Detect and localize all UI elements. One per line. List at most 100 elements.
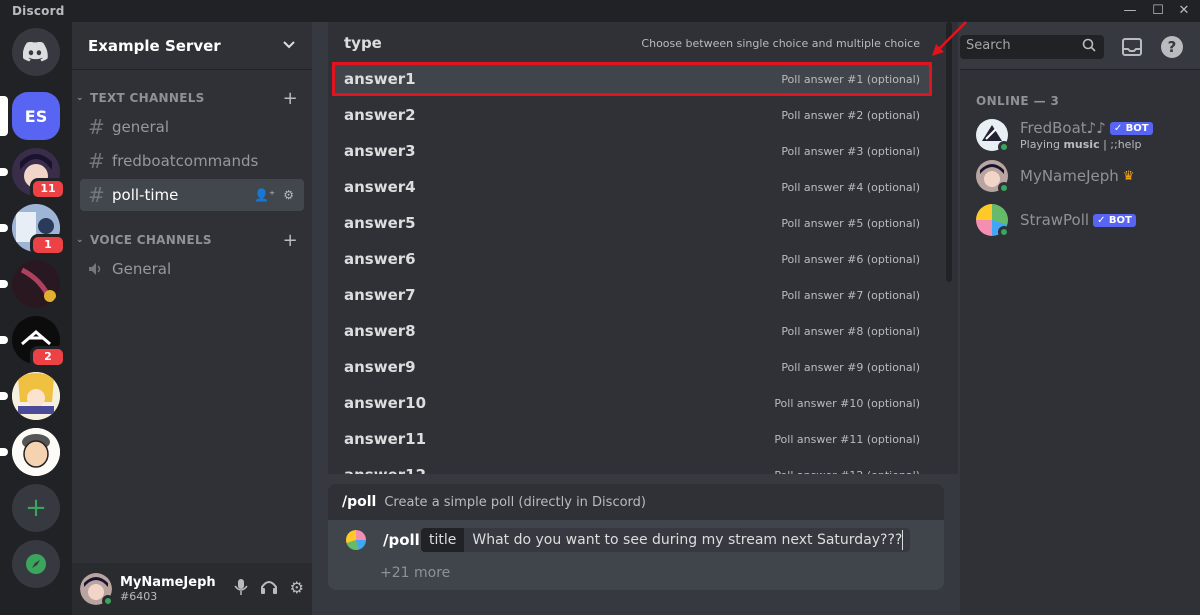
member-activity: Playing music | ;;help <box>1020 138 1153 151</box>
online-status-icon <box>998 226 1010 238</box>
channel-poll-time[interactable]: # poll-time 👤⁺ ⚙ <box>80 179 304 211</box>
option-description: Poll answer #5 (optional) <box>781 216 920 230</box>
option-answer3[interactable]: answer3 Poll answer #3 (optional) <box>332 134 932 168</box>
avatar[interactable] <box>80 573 114 607</box>
headphones-icon[interactable] <box>260 578 278 600</box>
option-type[interactable]: type Choose between single choice and mul… <box>332 26 932 60</box>
annotation-arrow-icon <box>932 21 967 56</box>
option-answer4[interactable]: answer4 Poll answer #4 (optional) <box>332 170 932 204</box>
online-status-icon <box>998 141 1010 153</box>
server-item[interactable] <box>0 428 60 476</box>
unread-indicator <box>0 448 8 456</box>
member-name: MyNameJeph <box>1020 167 1119 185</box>
explore-servers-button[interactable] <box>12 540 60 588</box>
option-name: answer1 <box>344 70 416 88</box>
option-name: answer4 <box>344 178 416 196</box>
strawpoll-app-icon <box>346 530 366 550</box>
app-title: Discord <box>12 4 65 18</box>
channel-general[interactable]: # general <box>80 111 304 143</box>
server-item[interactable] <box>0 260 60 308</box>
text-cursor <box>902 530 903 550</box>
param-title-chip[interactable]: title What do you want to see during my … <box>421 528 911 552</box>
gear-icon[interactable]: ⚙ <box>283 188 294 202</box>
option-description: Poll answer #10 (optional) <box>774 396 920 410</box>
server-header[interactable]: Example Server <box>72 22 312 70</box>
member-fredboat[interactable]: FredBoat♪♪ ✓ BOT Playing music | ;;help <box>976 114 1196 156</box>
close-icon[interactable]: ✕ <box>1172 2 1196 20</box>
unread-indicator <box>0 224 8 232</box>
server-item[interactable] <box>0 372 60 420</box>
server-avatar <box>12 428 60 476</box>
help-icon[interactable]: ? <box>1161 36 1183 58</box>
activity-prefix: Playing <box>1020 138 1064 151</box>
channel-fredboatcommands[interactable]: # fredboatcommands <box>80 145 304 177</box>
owner-crown-icon: ♛ <box>1122 168 1135 184</box>
option-name: answer11 <box>344 430 427 448</box>
option-answer6[interactable]: answer6 Poll answer #6 (optional) <box>332 242 932 276</box>
hash-icon: # <box>88 149 105 173</box>
maximize-icon[interactable]: ☐ <box>1146 2 1170 20</box>
option-answer1[interactable]: answer1 Poll answer #1 (optional) <box>332 62 932 96</box>
option-answer10[interactable]: answer10 Poll answer #10 (optional) <box>332 386 932 420</box>
option-name: answer10 <box>344 394 427 412</box>
search-icon <box>1082 38 1096 56</box>
add-server-button[interactable]: + <box>12 484 60 532</box>
unread-indicator <box>0 336 8 344</box>
option-answer2[interactable]: answer2 Poll answer #2 (optional) <box>332 98 932 132</box>
unread-indicator <box>0 168 8 176</box>
create-channel-plus-icon[interactable]: + <box>283 230 298 251</box>
home-button[interactable] <box>12 28 60 76</box>
option-description: Poll answer #4 (optional) <box>781 180 920 194</box>
server-example-server[interactable]: ES <box>0 92 60 140</box>
option-name: answer7 <box>344 286 416 304</box>
option-name: answer2 <box>344 106 416 124</box>
command-header: /poll Create a simple poll (directly in … <box>328 484 944 520</box>
more-options-link[interactable]: +21 more <box>380 565 450 581</box>
hash-icon: # <box>88 183 105 207</box>
message-composer[interactable]: /poll title What do you want to see duri… <box>328 520 944 590</box>
option-answer11[interactable]: answer11 Poll answer #11 (optional) <box>332 422 932 456</box>
title-bar: Discord — ☐ ✕ <box>0 0 1200 22</box>
search-input[interactable]: Search <box>960 35 1104 59</box>
activity-name: music <box>1063 138 1100 151</box>
channel-voice-general[interactable]: General <box>80 253 304 285</box>
member-strawpoll[interactable]: StrawPoll ✓ BOT <box>976 199 1196 241</box>
category-text-channels[interactable]: ⌄ TEXT CHANNELS + <box>76 88 306 109</box>
command-name: /poll <box>342 494 377 510</box>
minimize-icon[interactable]: — <box>1118 2 1142 20</box>
server-name: Example Server <box>88 36 221 55</box>
category-voice-channels[interactable]: ⌄ VOICE CHANNELS + <box>76 230 306 251</box>
server-list: ES 11 1 2 + <box>0 22 72 615</box>
invite-icon[interactable]: 👤⁺ <box>254 188 275 202</box>
option-name: answer12 <box>344 466 426 474</box>
option-answer7[interactable]: answer7 Poll answer #7 (optional) <box>332 278 932 312</box>
chevron-down-icon <box>282 38 296 54</box>
inbox-icon[interactable] <box>1120 35 1144 59</box>
server-item[interactable]: 2 <box>0 316 66 368</box>
autocomplete-scrollbar[interactable] <box>946 22 952 282</box>
create-channel-plus-icon[interactable]: + <box>283 88 298 109</box>
plus-icon: + <box>12 484 60 532</box>
mention-badge: 11 <box>30 178 66 200</box>
caret-down-icon: ⌄ <box>76 235 84 245</box>
param-value[interactable]: What do you want to see during my stream… <box>464 532 910 548</box>
caret-down-icon: ⌄ <box>76 93 84 103</box>
option-answer8[interactable]: answer8 Poll answer #8 (optional) <box>332 314 932 348</box>
category-label: TEXT CHANNELS <box>90 91 205 105</box>
gear-icon[interactable]: ⚙ <box>290 578 304 600</box>
member-mynamejeph[interactable]: MyNameJeph ♛ <box>976 155 1196 197</box>
option-description: Poll answer #1 (optional) <box>781 72 920 86</box>
discord-logo-icon <box>12 28 60 76</box>
server-item[interactable]: 11 <box>0 148 66 200</box>
microphone-icon[interactable] <box>234 578 248 600</box>
option-answer9[interactable]: answer9 Poll answer #9 (optional) <box>332 350 932 384</box>
option-name: answer3 <box>344 142 416 160</box>
members-heading: ONLINE — 3 <box>976 94 1060 108</box>
activity-suffix: | ;;help <box>1099 138 1142 151</box>
option-answer12[interactable]: answer12 Poll answer #12 (optional) <box>332 458 932 474</box>
param-name: title <box>421 528 465 552</box>
option-answer5[interactable]: answer5 Poll answer #5 (optional) <box>332 206 932 240</box>
option-description: Poll answer #9 (optional) <box>781 360 920 374</box>
server-item[interactable]: 1 <box>0 204 66 256</box>
channel-label: fredboatcommands <box>112 152 259 170</box>
